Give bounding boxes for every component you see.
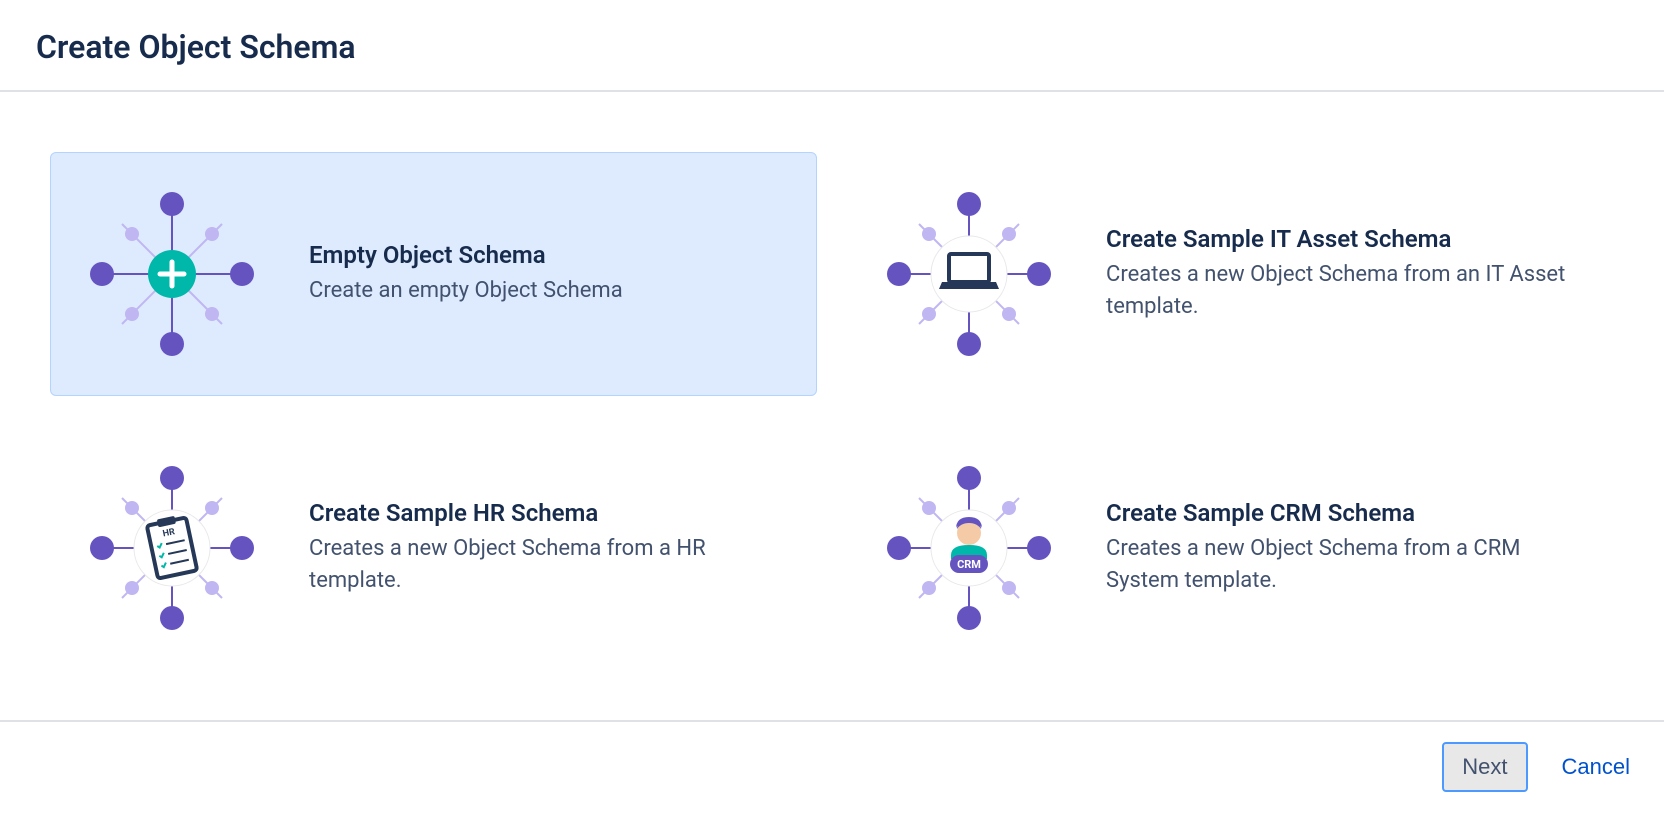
option-title: Empty Object Schema [309, 241, 780, 269]
option-hr-schema[interactable]: HR Create Sample HR Schema Creates a new [50, 426, 817, 670]
dialog-body: Empty Object Schema Create an empty Obje… [0, 92, 1664, 720]
dialog-footer: Next Cancel [0, 720, 1664, 812]
option-title: Create Sample CRM Schema [1106, 499, 1577, 527]
option-text: Create Sample HR Schema Creates a new Ob… [309, 499, 780, 597]
it-asset-schema-icon [884, 189, 1054, 359]
option-crm-schema[interactable]: CRM Create Sample CRM Schema Creates a n… [847, 426, 1614, 670]
next-button[interactable]: Next [1442, 742, 1527, 792]
dialog-title: Create Object Schema [36, 28, 1628, 66]
svg-text:CRM: CRM [957, 558, 981, 571]
option-title: Create Sample HR Schema [309, 499, 780, 527]
crm-schema-icon: CRM [884, 463, 1054, 633]
option-text: Create Sample CRM Schema Creates a new O… [1106, 499, 1577, 597]
option-text: Create Sample IT Asset Schema Creates a … [1106, 225, 1577, 323]
option-description: Creates a new Object Schema from an IT A… [1106, 259, 1577, 323]
cancel-button[interactable]: Cancel [1558, 744, 1634, 790]
option-title: Create Sample IT Asset Schema [1106, 225, 1577, 253]
option-description: Creates a new Object Schema from a CRM S… [1106, 533, 1577, 597]
option-description: Create an empty Object Schema [309, 275, 780, 307]
dialog-header: Create Object Schema [0, 0, 1664, 92]
empty-schema-icon [87, 189, 257, 359]
hr-schema-icon: HR [87, 463, 257, 633]
option-description: Creates a new Object Schema from a HR te… [309, 533, 780, 597]
option-text: Empty Object Schema Create an empty Obje… [309, 241, 780, 307]
option-empty-schema[interactable]: Empty Object Schema Create an empty Obje… [50, 152, 817, 396]
option-it-asset-schema[interactable]: Create Sample IT Asset Schema Creates a … [847, 152, 1614, 396]
